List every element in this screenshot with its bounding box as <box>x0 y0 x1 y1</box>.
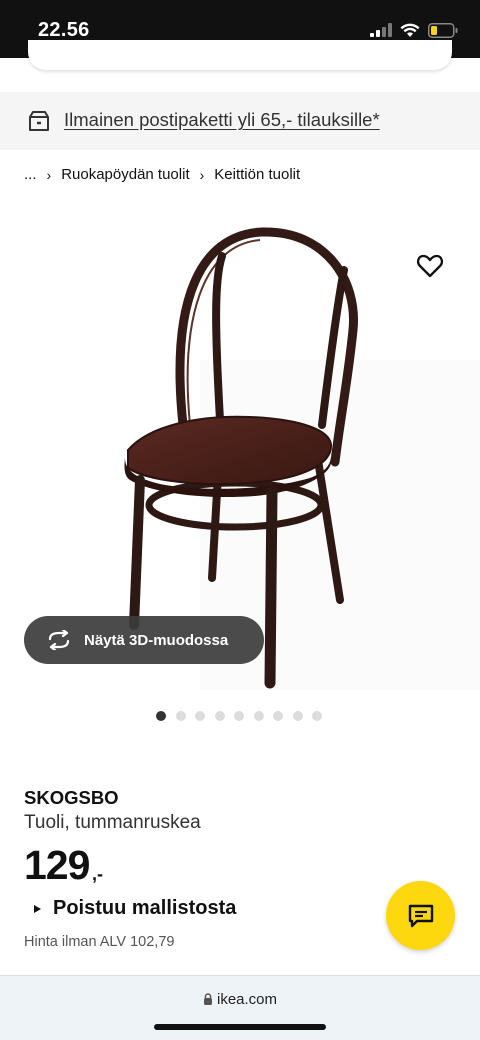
delivery-box-icon <box>29 111 49 131</box>
address-bar[interactable]: ikea.com <box>0 991 480 1008</box>
caret-right-icon <box>34 904 41 913</box>
view-3d-button[interactable]: Näytä 3D-muodossa <box>24 616 264 664</box>
signal-icon <box>370 23 392 37</box>
url-text: ikea.com <box>216 991 278 1008</box>
chat-bubble-icon <box>408 904 433 927</box>
gallery-pagination <box>156 711 322 721</box>
gallery-dot[interactable] <box>253 711 264 721</box>
lock-icon <box>203 993 212 1005</box>
gallery-dot[interactable] <box>312 711 322 721</box>
rotate-icon <box>48 630 70 650</box>
discontinued-label: Poistuu mallistosta <box>53 897 237 919</box>
discontinued-toggle[interactable]: Poistuu mallistosta <box>34 897 236 920</box>
search-bar-remnant[interactable] <box>28 40 452 70</box>
breadcrumb: ... › Ruokapöydän tuolit › Keittiön tuol… <box>24 166 300 183</box>
price-without-vat: Hinta ilman ALV 102,79 <box>24 934 175 950</box>
view-3d-label: Näytä 3D-muodossa <box>84 631 229 649</box>
gallery-dot[interactable] <box>214 711 225 721</box>
chat-button[interactable] <box>386 881 455 950</box>
free-shipping-link[interactable]: Ilmainen postipaketti yli 65,- tilauksil… <box>64 109 380 131</box>
home-indicator <box>154 1024 326 1030</box>
gallery-dot[interactable] <box>234 711 244 721</box>
price-suffix: ,- <box>92 864 103 884</box>
status-icons <box>370 21 458 39</box>
product-name: SKOGSBO <box>24 787 119 808</box>
heart-icon[interactable] <box>416 253 444 279</box>
browser-bottom-bar: ikea.com <box>0 975 480 1040</box>
gallery-dot[interactable] <box>273 711 283 721</box>
chevron-right-icon: › <box>46 166 52 183</box>
wifi-icon <box>400 23 420 37</box>
product-price: 129 <box>24 842 90 888</box>
promo-banner[interactable]: Ilmainen postipaketti yli 65,- tilauksil… <box>0 92 480 150</box>
chevron-right-icon: › <box>199 166 205 183</box>
gallery-dot[interactable] <box>156 711 166 721</box>
battery-icon <box>428 22 458 38</box>
breadcrumb-ellipsis[interactable]: ... <box>24 166 37 183</box>
gallery-dot[interactable] <box>292 711 303 721</box>
gallery-dot[interactable] <box>175 711 186 721</box>
breadcrumb-dining-chairs[interactable]: Ruokapöydän tuolit <box>61 166 189 183</box>
status-time: 22.56 <box>38 19 90 41</box>
product-description: Tuoli, tummanruskea <box>24 812 201 833</box>
gallery-dot[interactable] <box>195 711 205 721</box>
breadcrumb-kitchen-chairs[interactable]: Keittiön tuolit <box>214 166 300 183</box>
